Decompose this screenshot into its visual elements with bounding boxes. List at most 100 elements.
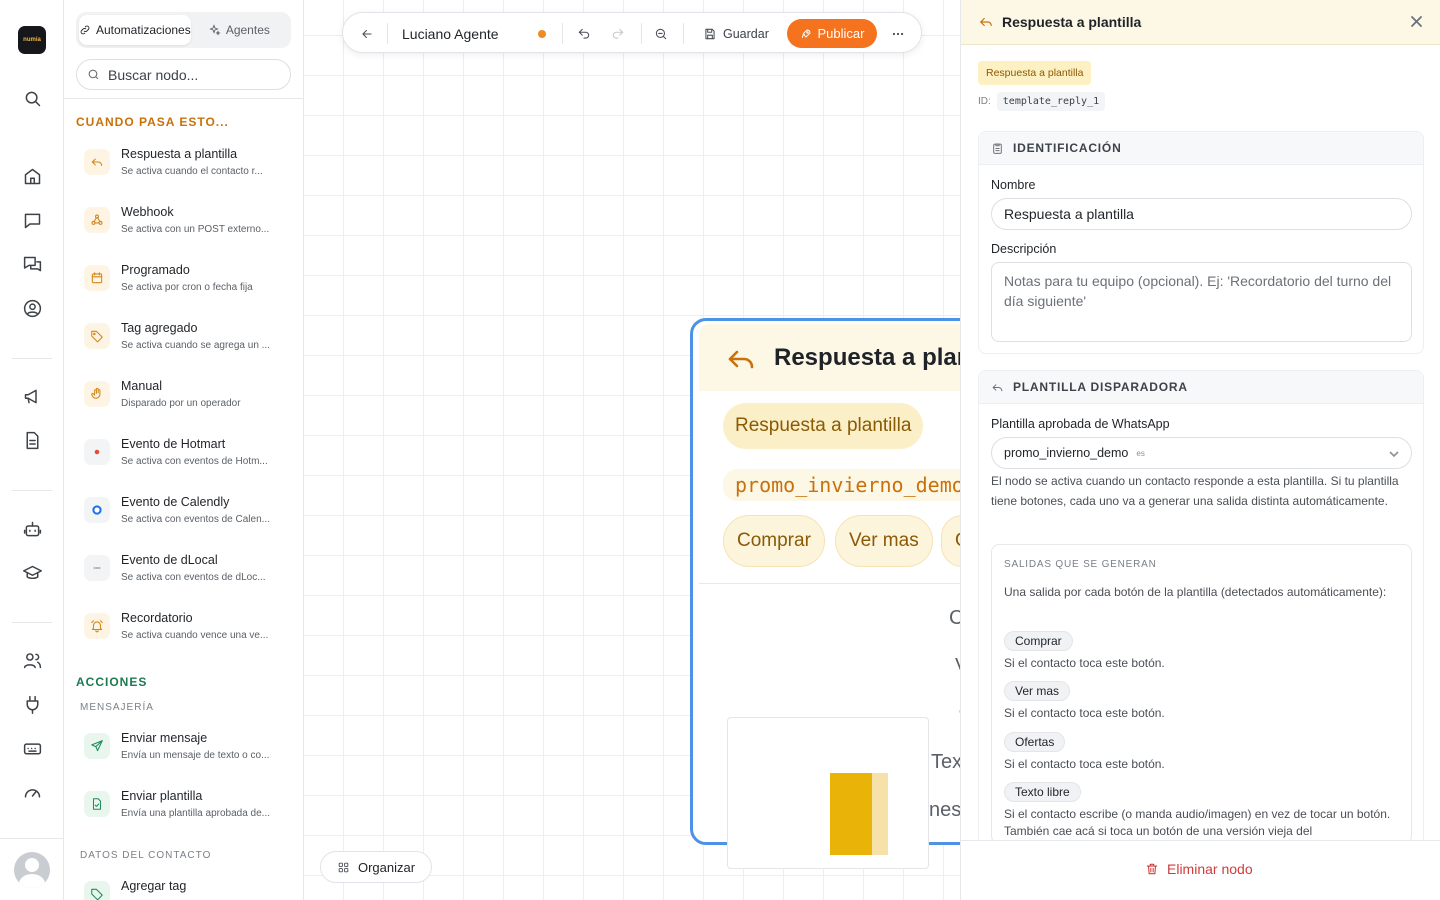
bell-icon: [84, 613, 110, 639]
hotmart-icon: [84, 439, 110, 465]
id-value: template_reply_1: [996, 92, 1106, 111]
name-input[interactable]: [991, 198, 1412, 230]
chat-icon[interactable]: [20, 208, 44, 232]
organize-button[interactable]: Organizar: [320, 851, 432, 883]
home-icon[interactable]: [20, 164, 44, 188]
save-button[interactable]: Guardar: [703, 13, 769, 54]
search-input[interactable]: [108, 66, 278, 83]
gauge-icon[interactable]: [20, 780, 44, 804]
clipboard-icon: [993, 143, 1002, 154]
palette-item-hotmart[interactable]: Evento de Hotmart Se activa con eventos …: [84, 437, 294, 483]
output-desc: Si el contacto escribe (o manda audio/im…: [1004, 807, 1391, 838]
rocket-icon: [801, 29, 810, 38]
close-icon[interactable]: [1410, 15, 1423, 28]
graduation-icon[interactable]: [20, 561, 44, 585]
rail-divider: [12, 490, 52, 491]
node-button-chip: Ver mas: [835, 515, 933, 567]
item-desc: Se activa cuando se agrega un ...: [121, 340, 270, 351]
item-title: Evento de dLocal: [121, 553, 218, 567]
node-template-name: promo_invierno_demo: [723, 469, 960, 501]
link-icon: [80, 25, 90, 35]
rail-divider: [12, 622, 52, 623]
template-label: Plantilla aprobada de WhatsApp: [991, 417, 1170, 431]
description-textarea[interactable]: [991, 262, 1412, 342]
hand-icon: [84, 381, 110, 407]
outputs-intro: Una salida por cada botón de la plantill…: [1004, 585, 1387, 599]
palette-item-scheduled[interactable]: Programado Se activa por cron o fecha fi…: [84, 263, 294, 309]
sparkles-icon: [209, 24, 221, 36]
logo-text: numia: [23, 37, 41, 43]
divider: [683, 23, 684, 44]
panel-footer: Eliminar nodo: [961, 840, 1440, 900]
plug-icon[interactable]: [20, 692, 44, 716]
publish-button[interactable]: Publicar: [787, 19, 877, 48]
flow-canvas[interactable]: Luciano Agente Guardar Publicar Respuest…: [304, 0, 960, 900]
output-desc: Si el contacto toca este botón.: [1004, 656, 1165, 670]
conversations-icon[interactable]: [20, 252, 44, 276]
back-arrow-icon[interactable]: [360, 13, 374, 54]
save-icon: [705, 28, 715, 39]
item-desc: Disparado por un operador: [121, 398, 241, 409]
id-label: ID:: [978, 96, 991, 107]
palette-item-dlocal[interactable]: Evento de dLocal Se activa con eventos d…: [84, 553, 294, 599]
zoom-out-icon[interactable]: [654, 13, 668, 54]
item-desc: Se activa con eventos de dLoc...: [121, 572, 266, 583]
palette-item-reminder[interactable]: Recordatorio Se activa cuando vence una …: [84, 611, 294, 657]
search-icon[interactable]: [20, 86, 44, 110]
section-title: IDENTIFICACIÓN: [1013, 141, 1122, 155]
calendar-icon: [84, 265, 110, 291]
output-chip: Texto libre: [1004, 782, 1081, 802]
divider: [64, 98, 303, 99]
palette-item-send-message[interactable]: Enviar mensaje Envía un mensaje de texto…: [84, 731, 294, 777]
generated-outputs-box: SALIDAS QUE SE GENERAN Una salida por ca…: [991, 544, 1412, 844]
tab-agentes[interactable]: Agentes: [191, 15, 288, 45]
divider: [562, 23, 563, 44]
palette-item-webhook[interactable]: Webhook Se activa con un POST externo...: [84, 205, 294, 251]
rail-divider: [12, 358, 52, 359]
keyboard-icon[interactable]: [20, 736, 44, 760]
node-output-label: C: [949, 607, 960, 630]
palette-item-template-reply[interactable]: Respuesta a plantilla Se activa cuando e…: [84, 147, 294, 193]
send-icon: [84, 733, 110, 759]
palette-item-tag-added[interactable]: Tag agregado Se activa cuando se agrega …: [84, 321, 294, 367]
users-icon[interactable]: [20, 648, 44, 672]
document-icon[interactable]: [20, 428, 44, 452]
tab-automatizaciones[interactable]: Automatizaciones: [79, 15, 191, 45]
undo-icon[interactable]: [577, 13, 591, 54]
palette-item-send-template[interactable]: Enviar plantilla Envía una plantilla apr…: [84, 789, 294, 835]
megaphone-icon[interactable]: [20, 384, 44, 408]
tags-icon: [84, 881, 110, 900]
node-output-label: nes: [929, 799, 960, 821]
icon-rail: numia: [0, 0, 64, 900]
node-settings-panel: Respuesta a plantilla Respuesta a planti…: [960, 0, 1440, 900]
more-icon[interactable]: [891, 13, 905, 54]
search-icon: [88, 69, 99, 80]
section-title: PLANTILLA DISPARADORA: [1013, 380, 1188, 394]
item-desc: Se activa cuando vence una ve...: [121, 630, 269, 641]
avatar[interactable]: [14, 852, 50, 888]
bot-icon[interactable]: [20, 517, 44, 541]
file-check-icon: [84, 791, 110, 817]
contact-icon[interactable]: [20, 296, 44, 320]
outputs-heading: SALIDAS QUE SE GENERAN: [1004, 559, 1157, 570]
app-logo[interactable]: numia: [18, 26, 46, 54]
palette-item-add-tag[interactable]: Agregar tag: [84, 879, 294, 900]
item-title: Agregar tag: [121, 879, 187, 893]
item-desc: Se activa por cron o fecha fija: [121, 282, 253, 293]
output-desc: Si el contacto toca este botón.: [1004, 757, 1165, 771]
output-chip: Comprar: [1004, 631, 1073, 651]
tab-label: Agentes: [225, 23, 270, 37]
node-search[interactable]: [76, 59, 291, 90]
agent-name[interactable]: Luciano Agente: [402, 13, 499, 54]
minimap-viewport: [872, 773, 888, 855]
palette-item-manual[interactable]: Manual Disparado por un operador: [84, 379, 294, 425]
item-title: Evento de Calendly: [121, 495, 230, 509]
minimap[interactable]: [727, 717, 929, 869]
node-type-chip: Respuesta a plantilla: [978, 61, 1092, 85]
save-label: Guardar: [723, 26, 769, 41]
template-select[interactable]: promo_invierno_demo es: [991, 437, 1412, 469]
redo-icon[interactable]: [611, 13, 625, 54]
palette-item-calendly[interactable]: Evento de Calendly Se activa con eventos…: [84, 495, 294, 541]
delete-node-button[interactable]: Eliminar nodo: [1145, 861, 1253, 877]
reply-icon: [728, 350, 754, 369]
